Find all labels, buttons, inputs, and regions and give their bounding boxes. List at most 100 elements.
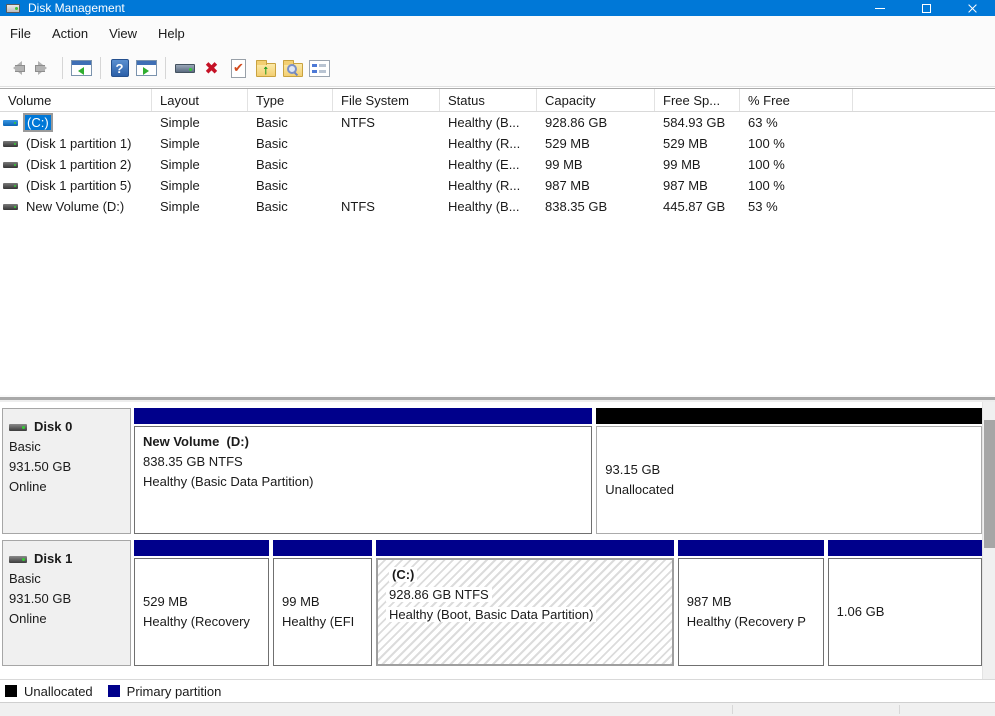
partition[interactable]: 529 MB Healthy (Recovery [134,540,270,666]
partition[interactable]: 1.06 GB [827,540,982,666]
partition-text: 99 MB [282,594,320,609]
console-tree-button[interactable] [68,55,95,82]
scrollbar-thumb[interactable] [984,420,995,548]
folder-search-icon [282,59,303,77]
column-header-blank [853,89,995,111]
volume-label: (Disk 1 partition 5) [26,178,132,193]
list-header: Volume Layout Type File System Status Capacit… [0,88,995,112]
partition-text: 93.15 GB [605,462,661,477]
console-tree-icon [71,60,92,76]
toolbar-separator [165,57,166,79]
volume-drive-icon [3,161,18,168]
title-bar: Disk Management [0,0,995,16]
cell-layout: Simple [160,115,200,130]
show-hide-button[interactable] [133,55,160,82]
window-title: Disk Management [28,1,125,15]
cell-layout: Simple [160,157,200,172]
column-header-layout[interactable]: Layout [152,89,248,111]
cell-capacity: 529 MB [545,136,590,151]
cell-pct_free: 63 % [748,115,778,130]
minimize-icon [875,7,885,9]
volume-row[interactable]: (Disk 1 partition 5) Simple Basic Healthy (… [0,175,995,196]
cell-type: Basic [256,157,288,172]
partition-text: Unallocated [605,482,674,497]
disk-row: Disk 1 Basic 931.50 GB Online 529 MB Healthy … [2,540,982,666]
volume-row[interactable]: (Disk 1 partition 2) Simple Basic Healthy (… [0,154,995,175]
menu-help[interactable]: Help [150,23,193,44]
close-button[interactable] [949,0,995,16]
column-header-file_system[interactable]: File System [333,89,440,111]
cell-layout: Simple [160,178,200,193]
cell-status: Healthy (B... [448,199,520,214]
cell-capacity: 838.35 GB [545,199,608,214]
properties-button[interactable] [306,55,333,82]
task-check-icon: ✔ [231,58,246,78]
column-header-type[interactable]: Type [248,89,333,111]
partition[interactable]: 93.15 GB Unallocated [596,408,982,534]
volume-list: Volume Layout Type File System Status Capacit… [0,88,995,217]
maximize-icon [921,4,931,13]
partition-box: 987 MB Healthy (Recovery P [677,558,824,666]
toolbar-separator [100,57,101,79]
maximize-button[interactable] [903,0,949,16]
partition-type-band [677,540,824,556]
minimize-button[interactable] [857,0,903,16]
partition[interactable]: New Volume (D:) 838.35 GB NTFS Healthy (Ba… [134,408,593,534]
toolbar: ? ✖ ✔ ↑ [0,50,995,87]
disk-size: 931.50 GB [9,591,72,606]
menu-action[interactable]: Action [44,23,96,44]
cell-status: Healthy (R... [448,178,521,193]
pane-splitter[interactable] [0,395,995,402]
cell-layout: Simple [160,199,200,214]
help-button[interactable]: ? [106,55,133,82]
disk-info-box[interactable]: Disk 1 Basic 931.50 GB Online [2,540,131,666]
cell-pct_free: 53 % [748,199,778,214]
volume-row[interactable]: (Disk 1 partition 1) Simple Basic Healthy (… [0,133,995,154]
task-check-button[interactable]: ✔ [225,55,252,82]
partition-type-band [273,540,372,556]
volume-row[interactable]: New Volume (D:) Simple Basic NTFS Healthy (B… [0,196,995,217]
properties-icon [309,59,330,77]
folder-up-button[interactable]: ↑ [252,55,279,82]
app-icon [6,3,20,13]
volume-label: (C:) [23,113,53,132]
disk-state: Online [9,611,47,626]
disk-status-button[interactable] [171,55,198,82]
partition-text: 928.86 GB NTFS [386,587,492,602]
partition-text: 987 MB [686,594,732,609]
cell-type: Basic [256,136,288,151]
partition-type-band [827,540,982,556]
partition[interactable]: 99 MB Healthy (EFI [273,540,372,666]
partition[interactable]: (C:) 928.86 GB NTFS Healthy (Boot, Basic D… [376,540,674,666]
volume-row[interactable]: (C:) Simple Basic NTFS Healthy (B... 928.86 G… [0,112,995,133]
cell-volume: (C:) [0,113,152,132]
column-header-capacity[interactable]: Capacity [537,89,655,111]
partition-type-band [134,408,593,424]
menu-bar: File Action View Help [0,16,995,50]
column-header-status[interactable]: Status [440,89,537,111]
disk-icon [9,423,27,431]
partition-text: 529 MB [143,594,188,609]
partition-text: Healthy (Recovery P [686,614,806,629]
partition[interactable]: 987 MB Healthy (Recovery P [677,540,824,666]
disk-name: Disk 0 [34,419,73,434]
column-header-volume[interactable]: Volume [0,89,152,111]
menu-file[interactable]: File [2,23,39,44]
status-divider [732,705,733,714]
delete-button[interactable]: ✖ [198,55,225,82]
menu-view[interactable]: View [101,23,145,44]
disk-size: 931.50 GB [9,459,72,474]
column-header-pct_free[interactable]: % Free [740,89,853,111]
forward-button[interactable] [30,55,57,82]
partition-text: (C:) [389,567,418,582]
show-hide-pane-icon [136,60,157,76]
partition-text: Healthy (Boot, Basic Data Partition) [386,607,597,622]
vertical-scrollbar[interactable] [982,402,995,679]
folder-search-button[interactable] [279,55,306,82]
back-button[interactable] [3,55,30,82]
volume-label: New Volume (D:) [26,199,125,214]
disk-info-box[interactable]: Disk 0 Basic 931.50 GB Online [2,408,131,534]
cell-volume: (Disk 1 partition 5) [0,177,152,194]
cell-type: Basic [256,115,288,130]
column-header-free_space[interactable]: Free Sp... [655,89,740,111]
